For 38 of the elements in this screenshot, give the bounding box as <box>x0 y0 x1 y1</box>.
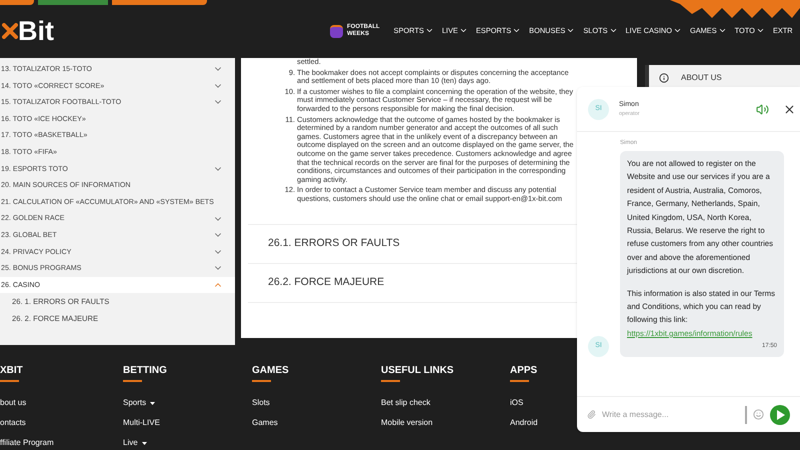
footer-link[interactable]: ffiliate Program <box>0 437 54 449</box>
footer-heading: BETTING <box>123 365 168 377</box>
calendar-icon <box>330 24 343 38</box>
logo-x-icon <box>2 23 18 39</box>
footer-link[interactable]: Live <box>123 437 147 449</box>
footer-link[interactable]: Android <box>510 417 538 429</box>
footer-link[interactable]: bout us <box>0 397 26 409</box>
logo-text: Bit <box>18 18 54 44</box>
message-input[interactable]: Write a message... <box>602 408 739 420</box>
footer-link[interactable]: iOS <box>510 397 524 409</box>
heading-underline <box>510 380 529 382</box>
emoji-icon[interactable] <box>753 409 764 420</box>
footer-heading: GAMES <box>252 365 290 377</box>
section-heading[interactable]: 26.2. FORCE MAJEURE <box>248 274 384 290</box>
footer-heading: APPS <box>510 365 538 377</box>
footer-heading: XBIT <box>0 365 24 377</box>
footer-link[interactable]: Multi-LIVE <box>123 417 160 429</box>
footer-link[interactable]: Mobile version <box>381 417 433 429</box>
caret-icon <box>142 442 147 444</box>
heading-underline <box>123 380 142 382</box>
footer-link[interactable]: Games <box>252 417 278 429</box>
footer-link[interactable]: Slots <box>252 397 270 409</box>
footer-link[interactable]: Bet slip check <box>381 397 430 409</box>
heading-underline <box>381 380 400 382</box>
caret-icon <box>150 402 156 404</box>
footer-link[interactable]: ontacts <box>0 417 26 429</box>
attach-icon[interactable] <box>587 410 596 419</box>
sound-button[interactable] <box>756 102 769 116</box>
footer-heading: USEFUL LINKS <box>381 365 455 377</box>
heading-underline <box>0 380 19 382</box>
section-heading[interactable]: 26.1. ERRORS OR FAULTS <box>248 236 400 252</box>
send-icon[interactable] <box>770 404 790 424</box>
close-icon <box>783 102 796 116</box>
speaker-icon <box>756 102 769 116</box>
close-button[interactable] <box>783 102 796 116</box>
footer-link[interactable]: Sports <box>123 397 156 409</box>
heading-underline <box>252 380 271 382</box>
info-icon <box>659 73 669 83</box>
